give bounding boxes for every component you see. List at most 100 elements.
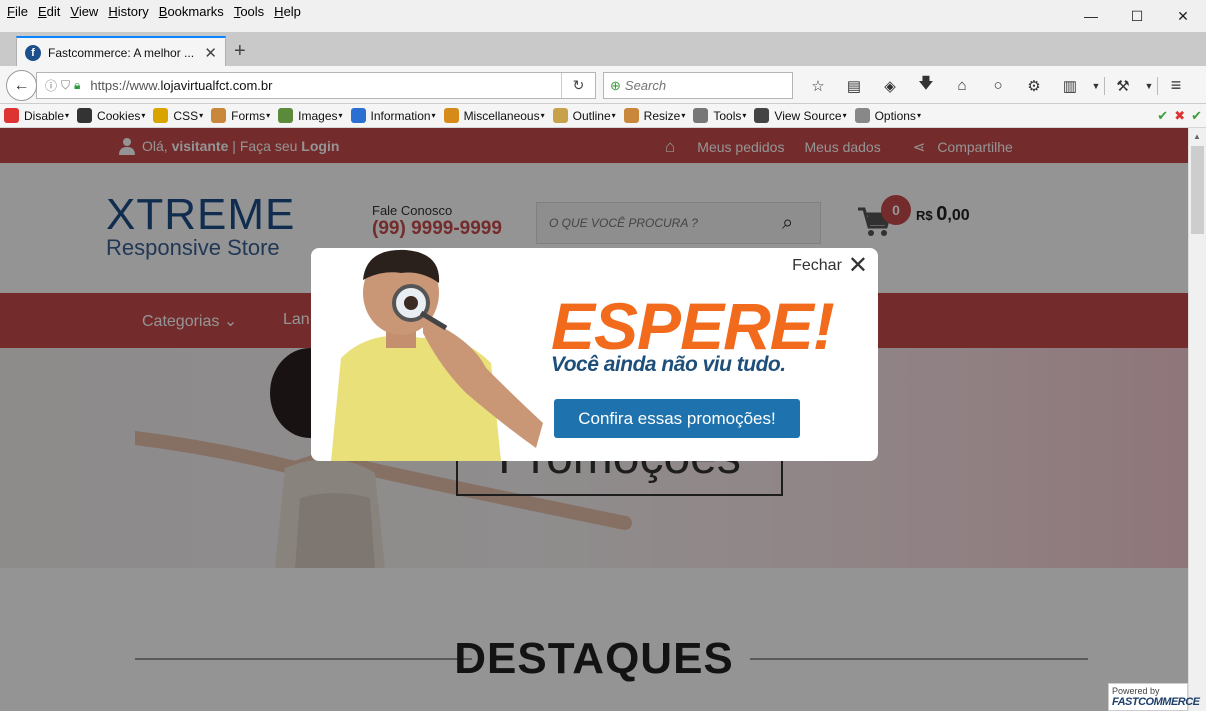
pocket-icon[interactable]: ◈	[872, 77, 908, 95]
close-popup-button[interactable]: Fechar ✕	[792, 252, 868, 279]
minimize-button[interactable]: —	[1068, 0, 1114, 32]
dropdown-arrow-icon: ▾	[681, 111, 686, 120]
validation-status: ✔ ✖ ✔	[1157, 108, 1202, 124]
view-source-icon	[754, 108, 770, 123]
tab-fastcommerce[interactable]: f Fastcommerce: A melhor ... ✕	[16, 36, 226, 67]
webdev-forms-menu[interactable]: Forms ▾	[211, 108, 270, 123]
dropdown-arrow-icon: ▾	[916, 111, 921, 120]
toolbar-icons: ☆ ▤ ◈ 🡇 ⌂ ○ ⚙ ▥ ▼ ⚒ ▼ ≡	[800, 72, 1194, 99]
web-developer-toolbar: Disable ▾ Cookies ▾ CSS ▾ Forms ▾ Images ▾ Informa…	[0, 104, 1206, 128]
popup-subheadline: Você ainda não viu tudo.	[551, 353, 786, 376]
webdev-cookies-menu[interactable]: Cookies ▾	[77, 108, 145, 123]
see-promotions-button[interactable]: Confira essas promoções!	[554, 399, 800, 438]
outline-icon	[552, 108, 568, 123]
scroll-up-icon[interactable]: ▲	[1193, 132, 1201, 141]
error-icon[interactable]: ✖	[1174, 108, 1185, 124]
dropdown-arrow-icon: ▾	[338, 111, 343, 120]
menu-history[interactable]: History	[103, 4, 153, 19]
information-icon	[350, 108, 366, 123]
dropdown-arrow-icon: ▾	[266, 111, 271, 120]
navigation-bar: ⓘ ⛉ 🔒︎ https://www.lojavirtualfct.com.br…	[0, 66, 1206, 104]
home-icon[interactable]: ⌂	[944, 77, 980, 94]
cookies-icon	[77, 108, 93, 123]
disable-icon	[4, 108, 19, 123]
menu-help[interactable]: Help	[269, 4, 306, 19]
css-icon	[153, 108, 169, 123]
check-icon[interactable]: ✔	[1191, 108, 1202, 124]
info-icon[interactable]: ⓘ	[45, 77, 57, 94]
webdev-label: Miscellaneous	[463, 108, 540, 123]
webdev-label: Images	[298, 108, 338, 123]
miscellaneous-icon	[443, 108, 459, 123]
hamburger-menu-icon[interactable]: ≡	[1158, 75, 1194, 96]
menu-list: File Edit View History Bookmarks Tools Help	[0, 0, 306, 22]
dropdown-arrow-icon: ▾	[65, 111, 70, 120]
search-bar[interactable]: ⊕	[603, 72, 793, 99]
dropdown-icon[interactable]: ▼	[1088, 81, 1104, 91]
dropdown-arrow-icon: ▾	[199, 111, 204, 120]
webdev-information-menu[interactable]: Information ▾	[350, 108, 436, 123]
webdev-images-menu[interactable]: Images ▾	[278, 108, 343, 123]
lock-icon[interactable]: 🔒︎	[74, 78, 80, 93]
webdev-label: Resize	[643, 108, 681, 123]
close-label: Fechar	[792, 257, 842, 274]
search-engine-icon[interactable]: ⊕	[610, 78, 621, 94]
options-icon	[854, 108, 870, 123]
menu-file[interactable]: File	[2, 4, 33, 19]
menu-edit[interactable]: Edit	[33, 4, 65, 19]
tab-title: Fastcommerce: A melhor ...	[48, 45, 195, 60]
webdev-label: Cookies	[97, 108, 141, 123]
dropdown-icon[interactable]: ▼	[1141, 81, 1157, 91]
shield-icon[interactable]: ⛉	[61, 78, 70, 93]
menu-bookmarks[interactable]: Bookmarks	[154, 4, 229, 19]
star-icon[interactable]: ☆	[800, 77, 836, 95]
exit-intent-popup: Fechar ✕ ESPERE! Você ainda não viu tudo…	[311, 248, 878, 461]
webdev-resize-menu[interactable]: Resize ▾	[623, 108, 686, 123]
menu-tools[interactable]: Tools	[229, 4, 269, 19]
webdev-view-source-menu[interactable]: View Source ▾	[754, 108, 847, 123]
tab-strip: f Fastcommerce: A melhor ... ✕	[0, 32, 1206, 67]
webdev-miscellaneous-menu[interactable]: Miscellaneous ▾	[443, 108, 545, 123]
search-input[interactable]	[624, 78, 775, 93]
window-controls: — ☐ ✕	[1068, 0, 1206, 32]
dropdown-arrow-icon: ▾	[611, 111, 616, 120]
webdev-label: Disable	[24, 108, 65, 123]
menu-view[interactable]: View	[65, 4, 103, 19]
close-icon: ✕	[847, 252, 868, 279]
webdev-label: Outline	[572, 108, 611, 123]
clipboard-icon[interactable]: ▥	[1052, 77, 1088, 95]
close-window-button[interactable]: ✕	[1160, 0, 1206, 32]
scrollbar-thumb[interactable]	[1191, 146, 1204, 234]
webdev-label: Information	[370, 108, 431, 123]
wrench-icon[interactable]: ⚒	[1105, 77, 1141, 95]
url-text[interactable]: https://www.lojavirtualfct.com.br	[90, 78, 561, 93]
dropdown-arrow-icon: ▾	[141, 111, 146, 120]
images-icon	[278, 108, 294, 123]
check-icon[interactable]: ✔	[1157, 108, 1168, 124]
web-page: Olá, visitante | Faça seu Login ⌂ Meus p…	[0, 128, 1188, 711]
chat-icon[interactable]: ○	[980, 77, 1016, 94]
webdev-options-menu[interactable]: Options ▾	[854, 108, 921, 123]
webdev-label: Forms	[231, 108, 266, 123]
favicon-icon: f	[25, 44, 41, 61]
reload-button[interactable]: ↻	[561, 73, 595, 98]
url-bar[interactable]: ⓘ ⛉ 🔒︎ https://www.lojavirtualfct.com.br…	[36, 72, 596, 99]
maximize-button[interactable]: ☐	[1114, 0, 1160, 32]
webdev-outline-menu[interactable]: Outline ▾	[552, 108, 616, 123]
download-icon[interactable]: 🡇	[908, 73, 944, 98]
dropdown-arrow-icon: ▾	[431, 111, 436, 120]
new-tab-button[interactable]: +	[234, 40, 246, 63]
back-button[interactable]: ←	[6, 70, 37, 101]
tab-close-icon[interactable]: ✕	[204, 44, 217, 62]
menu-bar: File Edit View History Bookmarks Tools Help	[0, 0, 1206, 22]
dropdown-arrow-icon: ▾	[842, 111, 847, 120]
reading-list-icon[interactable]: ▤	[836, 77, 872, 95]
webdev-tools-menu[interactable]: Tools ▾	[693, 108, 746, 123]
dropdown-arrow-icon: ▾	[540, 111, 545, 120]
webdev-disable-menu[interactable]: Disable ▾	[4, 108, 69, 123]
vertical-scrollbar[interactable]: ▲	[1188, 128, 1206, 711]
resize-icon	[623, 108, 639, 123]
webdev-css-menu[interactable]: CSS ▾	[153, 108, 203, 123]
extension-icon[interactable]: ⚙	[1016, 77, 1052, 95]
powered-by-badge[interactable]: Powered by FASTCOMMERCE	[1108, 683, 1200, 711]
